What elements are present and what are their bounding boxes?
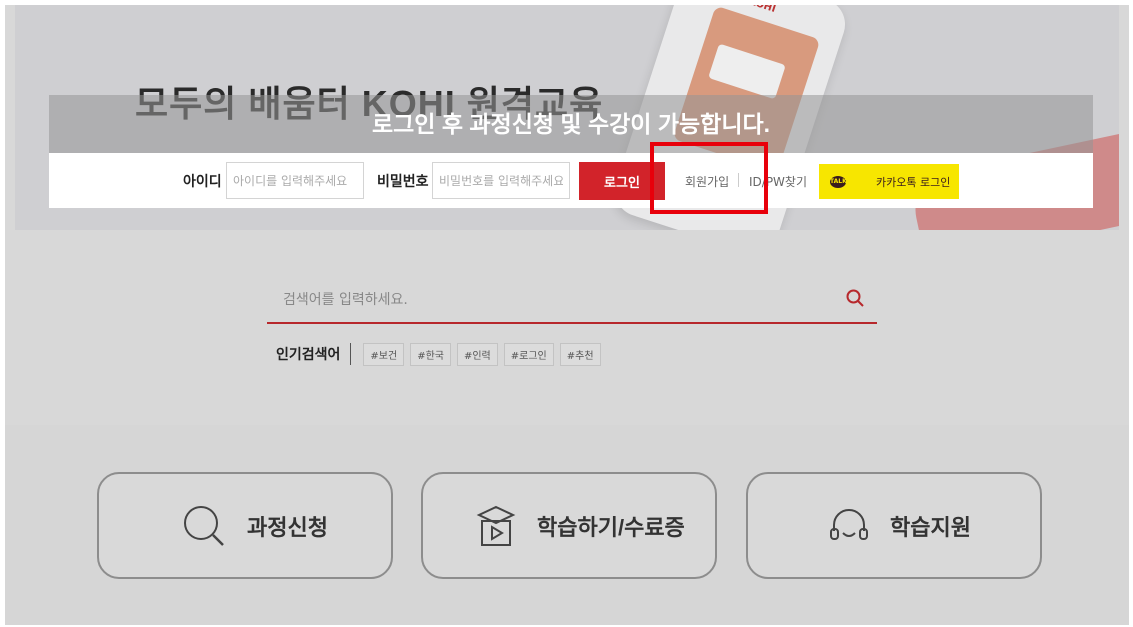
highlight-box [650, 142, 768, 214]
keyword-tag[interactable]: #추천 [559, 342, 601, 366]
learning-support-label: 학습지원 [890, 514, 971, 540]
headset-icon [830, 508, 868, 540]
popular-keywords-label: 인기검색어 [276, 347, 341, 363]
login-required-message: 로그인 후 과정신청 및 수강이 가능합니다. [371, 111, 771, 137]
keyword-tag[interactable]: #로그인 [503, 342, 554, 366]
magnifier-icon [184, 505, 224, 546]
kakao-talk-icon: TALK [830, 175, 847, 188]
password-label: 비밀번호 [377, 174, 429, 190]
course-apply-card[interactable]: 과정신청 [97, 472, 393, 579]
search-bar[interactable]: 검색어를 입력하세요. [267, 280, 877, 324]
keyword-tag[interactable]: #한국 [410, 342, 451, 366]
kakao-login-label: 카카오톡 로그인 [876, 175, 951, 189]
course-apply-label: 과정신청 [247, 514, 328, 540]
popular-divider [350, 343, 352, 365]
id-input[interactable] [226, 162, 364, 199]
search-icon[interactable] [845, 288, 865, 308]
study-certificate-card[interactable]: 학습하기/수료증 [421, 472, 717, 579]
phone-logo: KOHI [747, 5, 778, 15]
learning-support-card[interactable]: 학습지원 [746, 472, 1042, 579]
page: KOHI 모두의 배움터 KOHI 원격교육 로그인 후 과정신청 및 수강이 … [5, 5, 1129, 625]
popular-keywords: 인기검색어 #보건 #한국 #인력 #로그인 #추천 [276, 341, 607, 367]
id-label: 아이디 [183, 174, 222, 190]
graduation-video-icon [476, 505, 516, 546]
keyword-tag[interactable]: #보건 [363, 342, 405, 366]
study-certificate-label: 학습하기/수료증 [537, 514, 685, 540]
kakao-login-button[interactable]: TALK 카카오톡 로그인 [819, 164, 959, 199]
login-bar: 아이디 비밀번호 로그인 회원가입 ID/PW찾기 TALK 카카오톡 로그인 [49, 153, 1093, 208]
password-input[interactable] [432, 162, 570, 199]
keyword-tag[interactable]: #인력 [456, 342, 498, 366]
search-input[interactable]: 검색어를 입력하세요. [283, 289, 408, 309]
